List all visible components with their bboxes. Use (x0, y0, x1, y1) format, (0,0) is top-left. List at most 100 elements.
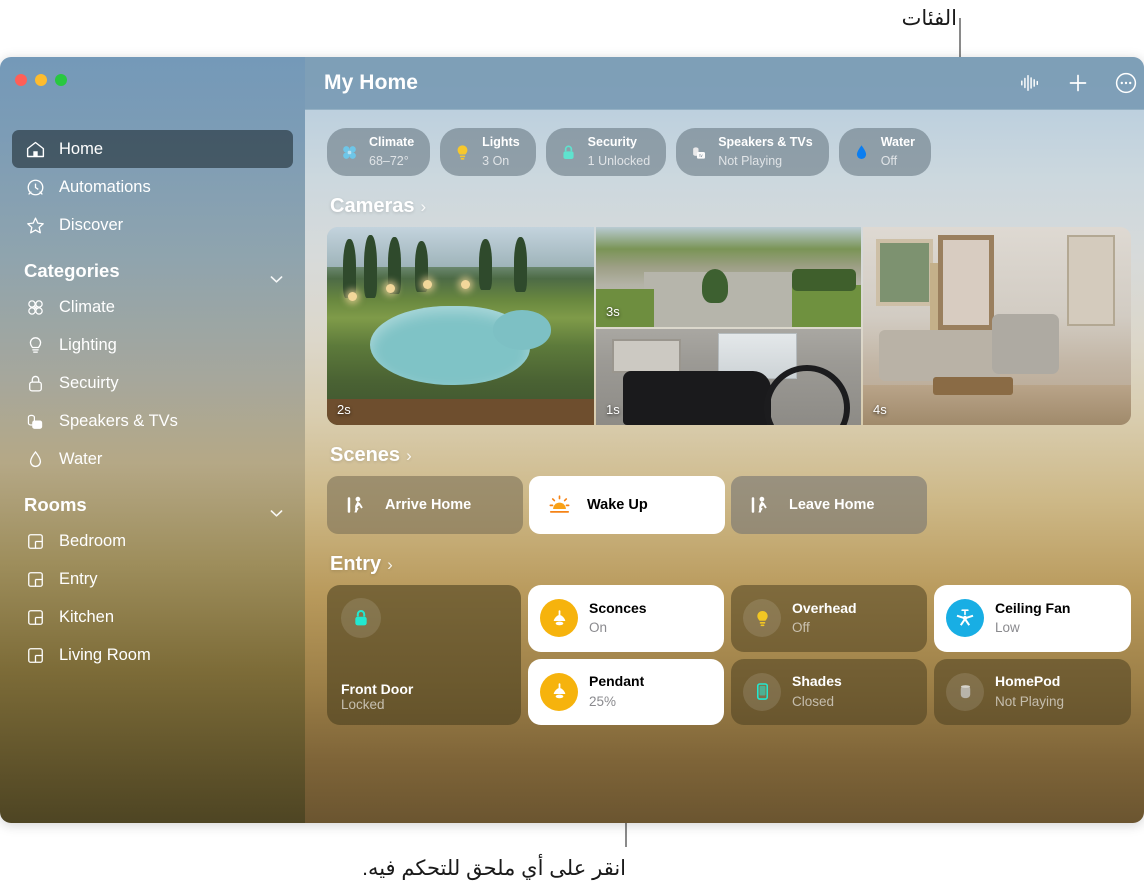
scene-label: Wake Up (587, 497, 648, 513)
callout-label-tap-accessory: انقر على أي ملحق للتحكم فيه. (362, 857, 626, 880)
camera-tile-garage[interactable]: 1s (596, 329, 861, 425)
fan-icon (946, 599, 984, 638)
accessory-status: Not Playing (995, 693, 1065, 709)
sidebar-section-label: Categories (24, 260, 120, 281)
accessory-name: Shades (792, 673, 842, 690)
status-pill-name: Climate (369, 135, 415, 150)
accessory-tile-front-door[interactable]: Front Door Locked (327, 585, 521, 725)
sidebar-item-label: Living Room (59, 645, 151, 664)
section-title: Entry (330, 553, 382, 575)
sidebar-item-entry[interactable]: Entry (12, 560, 293, 598)
camera-tile-pool[interactable]: 2s (327, 227, 594, 425)
sidebar-item-label: Discover (59, 215, 124, 234)
status-pill-lights[interactable]: Lights 3 On (440, 128, 536, 176)
scene-button-wake-up[interactable]: Wake Up (529, 476, 725, 534)
camera-thumbnail (596, 227, 861, 327)
section-header-scenes[interactable]: Scenes › (330, 444, 1131, 467)
accessory-status: 25% (589, 693, 617, 709)
section-title: Cameras (330, 195, 415, 217)
entry-column-3: Overhead Off Shades Closed (731, 585, 927, 725)
minimize-window-button[interactable] (35, 74, 47, 86)
room-icon (24, 530, 46, 552)
section-header-cameras[interactable]: Cameras › (330, 195, 1131, 218)
star-icon (24, 214, 46, 236)
status-pill-status: 1 Unlocked (587, 154, 651, 168)
sidebar-item-water[interactable]: Water (12, 440, 293, 478)
sidebar-item-label: Water (59, 449, 103, 468)
house-icon (24, 138, 46, 160)
close-window-button[interactable] (15, 74, 27, 86)
status-pill-climate[interactable]: Climate 68–72° (327, 128, 431, 176)
sidebar-item-kitchen[interactable]: Kitchen (12, 598, 293, 636)
lock-icon (341, 598, 381, 638)
scene-label: Leave Home (789, 497, 875, 513)
window-traffic-lights (15, 74, 67, 86)
accessory-tile-shades[interactable]: Shades Closed (731, 658, 927, 725)
chevron-down-icon[interactable] (270, 501, 283, 517)
accessory-name: Sconces (589, 599, 647, 616)
sidebar-item-climate[interactable]: Climate (12, 288, 293, 326)
speaker-tv-icon: tv (24, 410, 46, 432)
more-icon[interactable] (1113, 70, 1139, 96)
room-icon (24, 644, 46, 666)
titlebar: My Home (305, 57, 1144, 110)
waveform-icon[interactable] (1017, 70, 1043, 96)
camera-timestamp: 4s (873, 402, 887, 417)
sidebar-item-security[interactable]: Secuirty (12, 364, 293, 402)
maximize-window-button[interactable] (55, 74, 67, 86)
scene-button-arrive-home[interactable]: Arrive Home (327, 476, 523, 534)
chevron-down-icon[interactable] (270, 267, 283, 283)
add-icon[interactable] (1065, 70, 1091, 96)
sidebar-item-automations[interactable]: Automations (12, 168, 293, 206)
accessory-status: Closed (792, 693, 835, 709)
accessory-status: Off (792, 620, 810, 636)
status-pill-water[interactable]: Water Off (838, 128, 931, 176)
entry-accessory-grid: Front Door Locked Sconces On Pendant 25%… (327, 585, 1131, 725)
accessory-tile-ceiling-fan[interactable]: Ceiling Fan Low (934, 585, 1131, 652)
sidebar-item-discover[interactable]: Discover (12, 206, 293, 244)
sidebar-item-lighting[interactable]: Lighting (12, 326, 293, 364)
bulb-icon (452, 142, 473, 163)
section-header-entry[interactable]: Entry › (330, 553, 1131, 576)
accessory-tile-homepod[interactable]: HomePod Not Playing (934, 658, 1131, 725)
status-pill-status: Off (880, 154, 898, 168)
sidebar-item-speakers-tvs[interactable]: tv Speakers & TVs (12, 402, 293, 440)
sidebar-item-home[interactable]: Home (12, 130, 293, 168)
sidebar-item-label: Climate (59, 297, 115, 316)
speaker-tv-icon: tv (688, 142, 709, 163)
status-pill-security[interactable]: Security 1 Unlocked (545, 128, 667, 176)
status-pill-row: Climate 68–72° Lights 3 On Security 1 Un… (327, 128, 1131, 176)
accessory-name: Front Door (341, 681, 414, 697)
bulb-icon (743, 599, 781, 638)
page-title: My Home (324, 71, 419, 94)
lock-icon (24, 372, 46, 394)
status-pill-name: Speakers & TVs (718, 135, 813, 150)
sidebar-item-label: Automations (59, 177, 151, 196)
room-icon (24, 606, 46, 628)
lock-icon (558, 142, 579, 163)
camera-grid: 2s 3s 1s 4s (327, 227, 1131, 425)
camera-tile-living-room[interactable]: 4s (863, 227, 1131, 425)
toolbar-actions (1017, 70, 1139, 96)
sidebar-item-bedroom[interactable]: Bedroom (12, 522, 293, 560)
camera-tile-driveway[interactable]: 3s (596, 227, 861, 327)
status-pill-name: Security (587, 135, 637, 150)
chevron-right-icon: › (406, 445, 412, 465)
accessory-tile-overhead[interactable]: Overhead Off (731, 585, 927, 652)
scene-row: Arrive Home Wake Up Leave Home (327, 476, 1131, 534)
sidebar-item-living-room[interactable]: Living Room (12, 636, 293, 674)
accessory-tile-sconces[interactable]: Sconces On (528, 585, 724, 652)
sidebar-section-categories[interactable]: Categories (24, 260, 283, 283)
scene-button-leave-home[interactable]: Leave Home (731, 476, 927, 534)
sidebar-section-rooms[interactable]: Rooms (24, 494, 283, 517)
status-pill-speakers-tvs[interactable]: tv Speakers & TVs Not Playing (676, 128, 829, 176)
accessory-status: Locked (341, 697, 385, 712)
walk-out-icon (749, 493, 773, 517)
accessory-name: Ceiling Fan (995, 599, 1071, 616)
accessory-status: On (589, 620, 608, 636)
accessory-tile-pendant[interactable]: Pendant 25% (528, 658, 724, 725)
sidebar-item-label: Home (59, 139, 104, 158)
status-pill-name: Lights (482, 135, 520, 150)
camera-thumbnail (596, 329, 861, 425)
content-scroll-area: Climate 68–72° Lights 3 On Security 1 Un… (305, 110, 1144, 823)
